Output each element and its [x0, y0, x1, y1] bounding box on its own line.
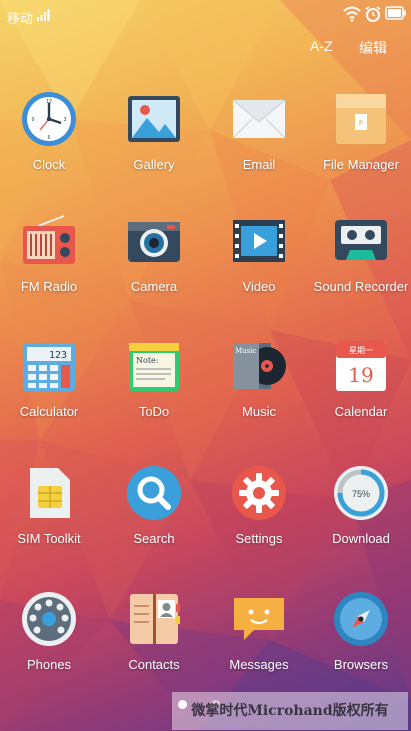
app-contacts[interactable]: Contacts [104, 590, 204, 672]
clock-icon: 12 3 6 9 [22, 92, 76, 146]
chat-bubble-icon [234, 598, 284, 640]
calendar-day: 19 [348, 363, 373, 387]
gallery-icon [128, 96, 180, 142]
carrier-label: 移动 [7, 11, 34, 26]
todo-note-text: Note: [136, 356, 158, 365]
app-label: Download [332, 531, 390, 546]
app-phones[interactable]: Phones [0, 590, 99, 672]
app-clock[interactable]: 12 3 6 9 Clock [0, 90, 99, 172]
app-calculator[interactable]: 123 Calculator [0, 337, 99, 419]
app-sim-toolkit[interactable]: SIM Toolkit [0, 464, 99, 546]
home-screen: 移动 A-Z 编辑 12 3 6 9 Clock Gallery Email F… [0, 0, 411, 731]
battery-icon [385, 6, 406, 20]
email-envelope-icon [232, 99, 286, 139]
app-messages[interactable]: Messages [209, 590, 309, 672]
video-film-icon [233, 220, 285, 262]
app-sound-recorder[interactable]: Sound Recorder [311, 212, 411, 294]
rotary-phone-icon [22, 592, 76, 646]
download-percent: 75% [352, 489, 370, 499]
address-book-icon [130, 594, 180, 644]
app-label: ToDo [138, 404, 170, 419]
radio-icon [23, 215, 75, 264]
app-label: Camera [130, 279, 178, 294]
calculator-display: 123 [49, 350, 67, 361]
app-browsers[interactable]: Browsers [311, 590, 411, 672]
svg-text:3: 3 [64, 117, 67, 123]
wifi-icon [343, 6, 361, 22]
alarm-icon [365, 6, 381, 22]
app-label: Settings [235, 531, 283, 546]
app-label: Email [242, 157, 276, 172]
app-label: Video [242, 279, 276, 294]
music-cover-text: Music [235, 347, 257, 355]
app-camera[interactable]: Camera [104, 212, 204, 294]
folder-icon: F [336, 94, 386, 144]
notes-icon: Note: [129, 343, 179, 391]
app-todo[interactable]: Note: ToDo [104, 337, 204, 419]
compass-browser-icon [334, 592, 388, 646]
app-fm-radio[interactable]: FM Radio [0, 212, 99, 294]
signal-icon [37, 9, 50, 21]
app-settings[interactable]: Settings [209, 464, 309, 546]
app-label: Contacts [128, 657, 180, 672]
app-file-manager[interactable]: F File Manager [311, 90, 411, 172]
camera-icon [128, 222, 180, 262]
app-label: Phones [26, 657, 72, 672]
sort-az-button[interactable]: A-Z [310, 38, 333, 54]
app-label: Calculator [19, 404, 79, 419]
download-progress-icon: 75% [334, 466, 388, 520]
app-label: File Manager [323, 157, 399, 172]
calculator-icon: 123 [23, 343, 75, 391]
sim-card-icon [30, 468, 70, 518]
search-icon [127, 466, 181, 520]
app-gallery[interactable]: Gallery [104, 90, 204, 172]
svg-text:F: F [359, 121, 363, 127]
app-label: FM Radio [20, 279, 78, 294]
app-calendar[interactable]: 星期一 19 Calendar [311, 337, 411, 419]
calendar-weekday: 星期一 [349, 346, 373, 355]
app-label: Search [133, 531, 175, 546]
app-label: Clock [32, 157, 66, 172]
app-label: SIM Toolkit [17, 531, 81, 546]
edit-button[interactable]: 编辑 [359, 38, 387, 58]
app-label: Sound Recorder [313, 279, 409, 294]
app-search[interactable]: Search [104, 464, 204, 546]
app-music[interactable]: Music Music [209, 337, 309, 419]
app-label: Calendar [334, 404, 388, 419]
music-album-icon: Music [233, 343, 286, 389]
app-video[interactable]: Video [209, 212, 309, 294]
gear-icon [232, 466, 286, 520]
app-label: Browsers [333, 657, 389, 672]
calendar-icon: 星期一 19 [336, 341, 386, 391]
app-label: Gallery [133, 157, 175, 172]
cassette-tape-icon [335, 220, 387, 260]
watermark: 微掌时代Microhand版权所有 [172, 692, 408, 730]
app-download[interactable]: 75% Download [311, 464, 411, 546]
app-email[interactable]: Email [209, 90, 309, 172]
svg-text:9: 9 [32, 117, 35, 123]
status-bar: 移动 [0, 0, 411, 30]
app-label: Messages [229, 657, 289, 672]
svg-text:6: 6 [48, 135, 51, 141]
svg-text:12: 12 [46, 99, 52, 105]
app-label: Music [242, 404, 276, 419]
